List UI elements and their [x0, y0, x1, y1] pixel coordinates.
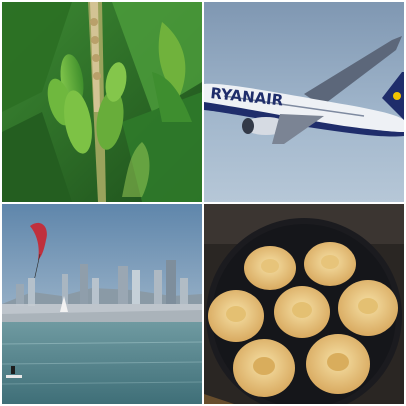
airplane-photo: RYANAIR — [204, 2, 404, 202]
photo-grid: RYANAIR — [0, 0, 406, 406]
airplane-image: RYANAIR — [204, 2, 404, 202]
pancake-pan-image — [204, 204, 404, 404]
city-kitesurfing-photo — [2, 204, 202, 404]
banana-plant-photo — [2, 2, 202, 202]
banana-plant-image — [2, 2, 202, 202]
city-kitesurfing-image — [2, 204, 202, 404]
pancake-pan-photo — [204, 204, 404, 404]
